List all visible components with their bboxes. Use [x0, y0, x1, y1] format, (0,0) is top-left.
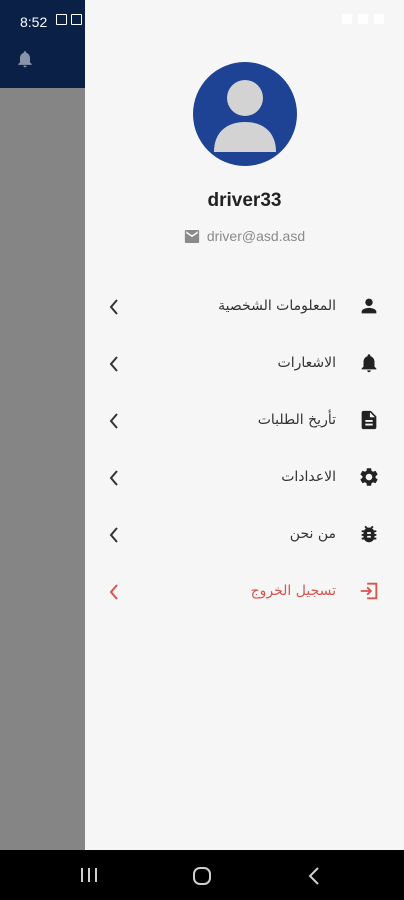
chevron-left-icon: [109, 413, 118, 429]
menu-item-label: الاشعارات: [277, 355, 336, 371]
status-notification-icons: [56, 14, 82, 25]
document-icon: [361, 410, 377, 430]
signal-icon: [358, 14, 368, 24]
menu-item-settings[interactable]: الاعدادات: [85, 449, 404, 506]
chevron-left-icon: [109, 527, 118, 543]
home-icon[interactable]: [191, 865, 213, 887]
person-avatar-icon: [214, 80, 276, 152]
recent-apps-icon[interactable]: [78, 866, 100, 884]
menu-item-label: تأريخ الطلبات: [257, 412, 336, 428]
bell-icon[interactable]: [15, 48, 35, 70]
menu-item-order-history[interactable]: تأريخ الطلبات: [85, 392, 404, 449]
menu-item-personal-info[interactable]: المعلومات الشخصية: [85, 278, 404, 335]
navigation-drawer: driver33 driver@asd.asd المعلومات الشخصي…: [85, 0, 404, 850]
menu-item-label: من نحن: [289, 526, 336, 542]
menu-item-about-us[interactable]: من نحن: [85, 506, 404, 563]
back-icon[interactable]: [306, 865, 322, 887]
person-icon: [361, 298, 377, 314]
avatar: [193, 62, 297, 166]
username: driver33: [207, 190, 282, 211]
app-notification-icon: [71, 14, 82, 25]
email-text: driver@asd.asd: [206, 228, 306, 244]
menu-item-label: المعلومات الشخصية: [218, 298, 336, 314]
menu-item-logout[interactable]: تسجيل الخروج: [85, 563, 404, 620]
menu-item-label: تسجيل الخروج: [250, 583, 336, 599]
chevron-left-icon: [109, 356, 118, 372]
menu-item-notifications[interactable]: الاشعارات: [85, 335, 404, 392]
chevron-left-icon: [109, 470, 118, 486]
background-screen[interactable]: 8:52: [0, 0, 85, 850]
battery-icon: [374, 14, 384, 24]
drawer-menu: المعلومات الشخصية الاشعارات تأريخ الطلبا…: [85, 278, 404, 620]
logout-icon: [360, 582, 378, 600]
status-time: 8:52: [20, 14, 48, 30]
email-row: driver@asd.asd: [85, 228, 404, 244]
image-notification-icon: [56, 14, 67, 25]
gear-icon: [360, 468, 378, 486]
status-system-icons: [342, 14, 384, 24]
wifi-icon: [342, 14, 352, 24]
chevron-left-icon: [109, 299, 118, 315]
bell-icon: [361, 354, 377, 373]
app-header: 8:52: [0, 0, 85, 88]
menu-item-label: الاعدادات: [281, 469, 336, 485]
system-navigation-bar: [0, 850, 404, 900]
bug-icon: [361, 525, 377, 543]
chevron-left-icon: [109, 584, 118, 600]
mail-icon: [184, 229, 200, 243]
